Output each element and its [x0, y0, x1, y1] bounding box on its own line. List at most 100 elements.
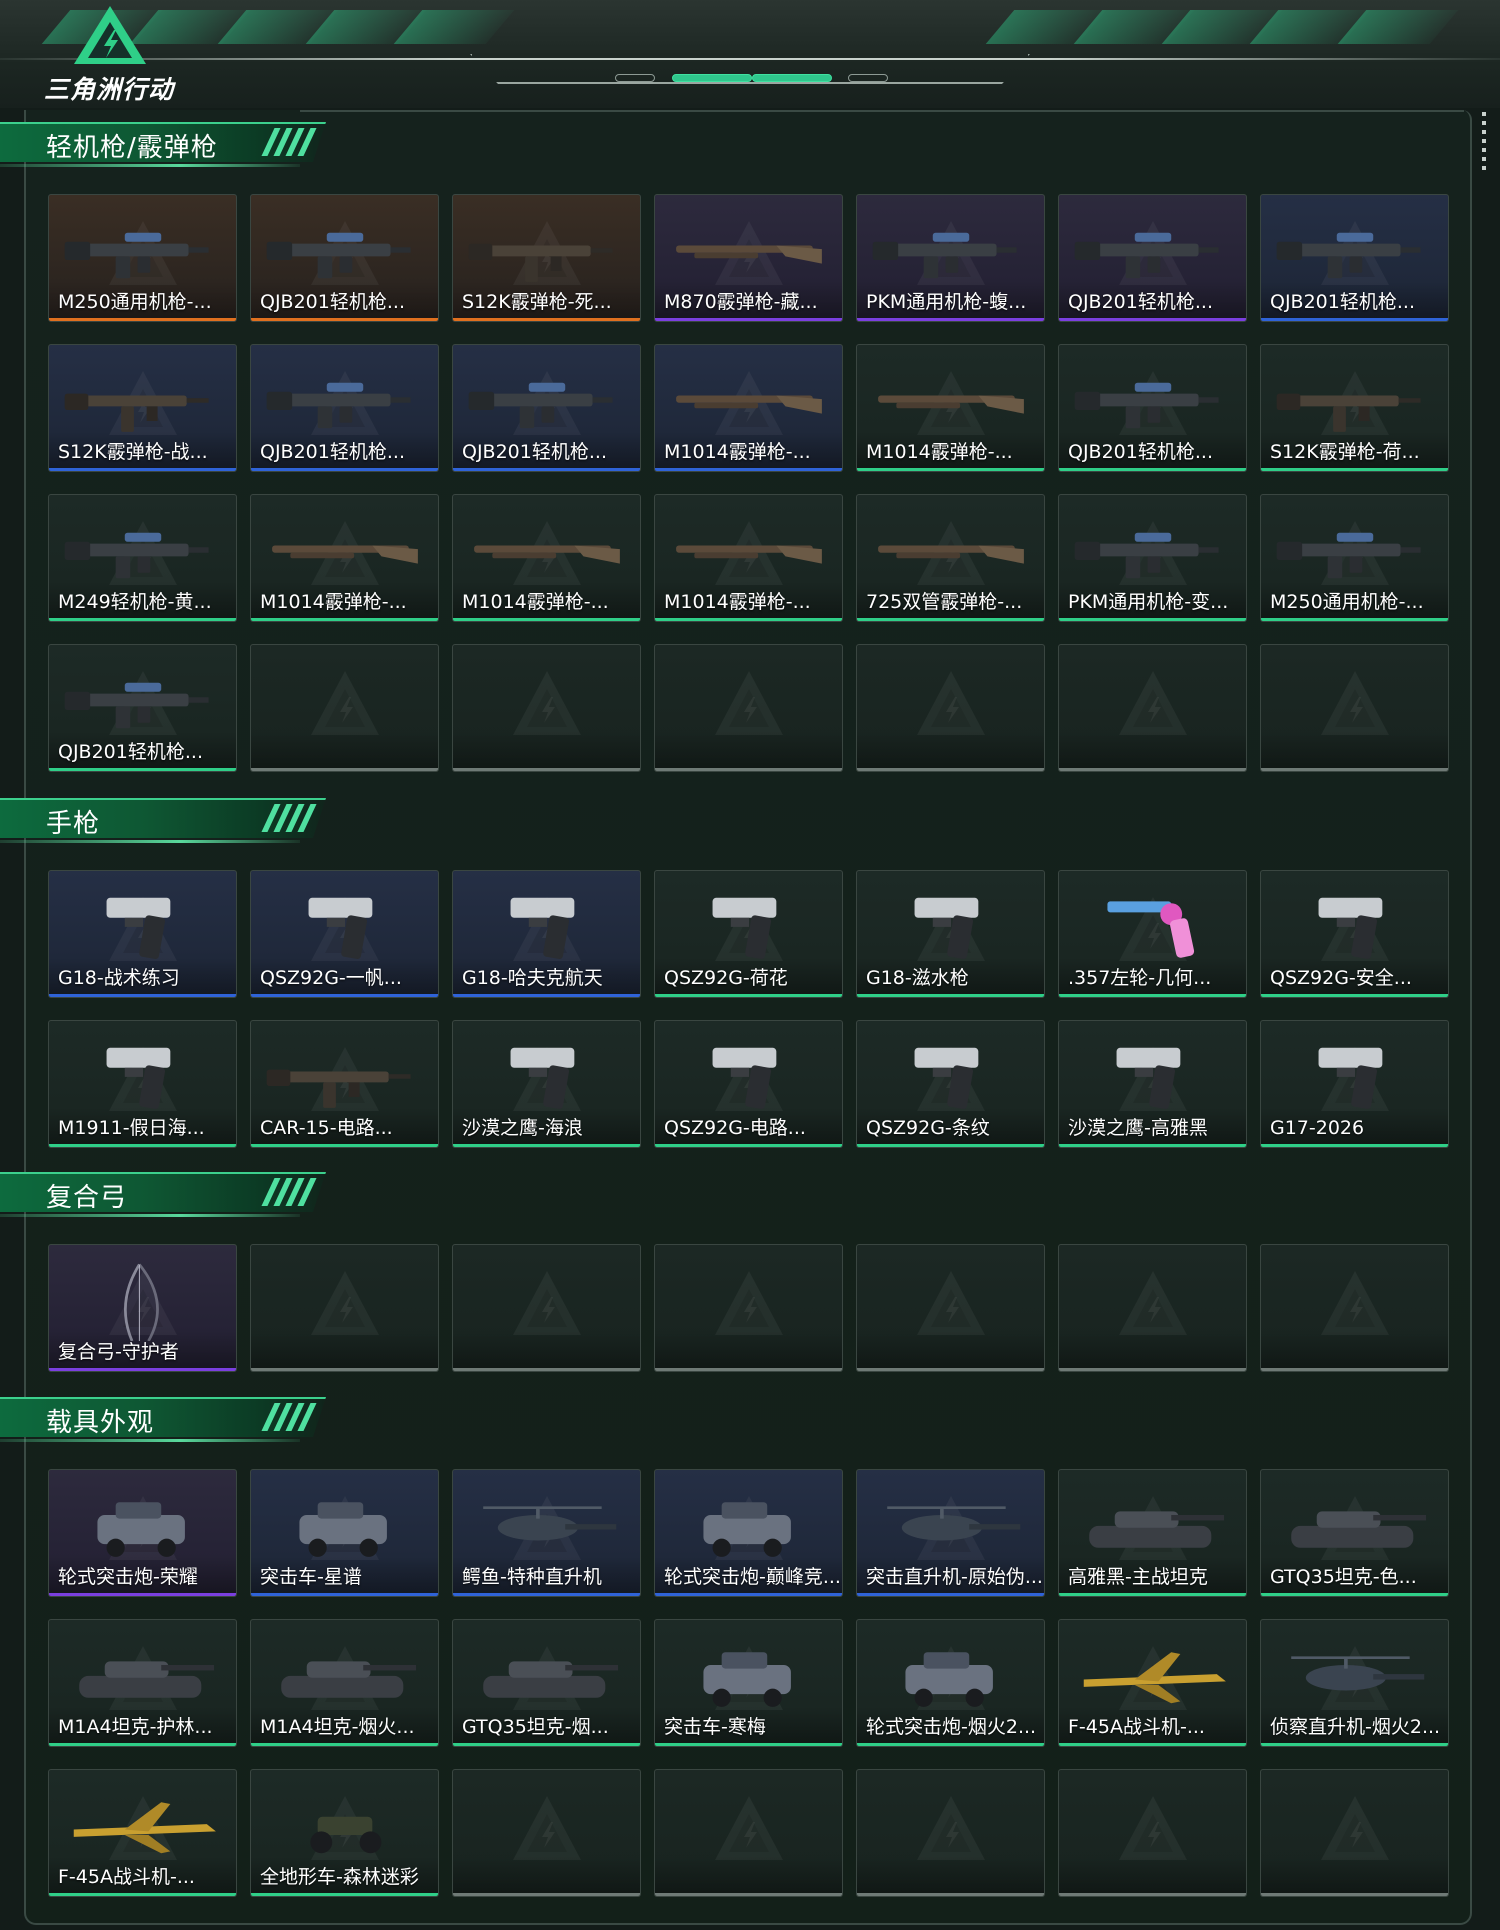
skin-card[interactable]: QJB201轻机枪... [250, 194, 439, 322]
skin-card[interactable]: F-45A战斗机-... [1058, 1619, 1247, 1747]
skin-card[interactable]: S12K霰弹枪-死... [452, 194, 641, 322]
skin-card[interactable]: M1014霰弹枪-... [452, 494, 641, 622]
skin-name: S12K霰弹枪-荷... [1270, 441, 1420, 463]
skin-card[interactable]: 鳄鱼-特种直升机 [452, 1469, 641, 1597]
rarity-stripe [251, 618, 438, 621]
skin-name: M1014霰弹枪-... [664, 441, 811, 463]
rarity-stripe [453, 1893, 640, 1896]
skin-card[interactable]: GTQ35坦克-烟... [452, 1619, 641, 1747]
skin-card[interactable]: 高雅黑-主战坦克 [1058, 1469, 1247, 1597]
skin-card[interactable]: 突击车-星谱 [250, 1469, 439, 1597]
empty-slot [654, 644, 843, 772]
skin-card[interactable]: QSZ92G-荷花 [654, 870, 843, 998]
skin-card[interactable]: QJB201轻机枪... [1058, 344, 1247, 472]
skin-card[interactable]: QSZ92G-电路... [654, 1020, 843, 1148]
skin-name: 沙漠之鹰-海浪 [462, 1117, 583, 1139]
skin-card[interactable]: M1911-假日海... [48, 1020, 237, 1148]
rarity-stripe [857, 994, 1044, 997]
skin-card[interactable]: M250通用机枪-... [48, 194, 237, 322]
scrollbar[interactable] [1482, 112, 1486, 174]
rifle-icon [1276, 393, 1421, 432]
skin-card[interactable]: 侦察直升机-烟火2... [1260, 1619, 1449, 1747]
jet-icon [1083, 1652, 1226, 1704]
skin-card[interactable]: CAR-15-电路... [250, 1020, 439, 1148]
skin-card[interactable]: 沙漠之鹰-高雅黑 [1058, 1020, 1247, 1148]
skin-name: M1911-假日海... [58, 1117, 205, 1139]
page-indicator-3[interactable] [752, 74, 832, 82]
skin-name: G18-战术练习 [58, 967, 180, 989]
skin-card[interactable]: M1014霰弹枪-... [654, 344, 843, 472]
rarity-stripe [453, 768, 640, 771]
skin-card[interactable]: 725双管霰弹枪-... [856, 494, 1045, 622]
skin-name: M1A4坦克-烟火... [260, 1716, 415, 1738]
rarity-stripe [1059, 1893, 1246, 1896]
skin-card[interactable]: 沙漠之鹰-海浪 [452, 1020, 641, 1148]
page-indicator-2[interactable] [672, 74, 752, 82]
skin-card[interactable]: GTQ35坦克-色... [1260, 1469, 1449, 1597]
rarity-stripe [49, 994, 236, 997]
rarity-stripe [49, 468, 236, 471]
rarity-stripe [453, 994, 640, 997]
rarity-stripe [453, 468, 640, 471]
skin-card[interactable]: QJB201轻机枪... [250, 344, 439, 472]
skin-card[interactable]: QJB201轻机枪... [1260, 194, 1449, 322]
empty-slot [452, 644, 641, 772]
skin-card[interactable]: G17-2026 [1260, 1020, 1449, 1148]
skin-card[interactable]: .357左轮-几何... [1058, 870, 1247, 998]
skin-card[interactable]: 全地形车-森林迷彩 [250, 1769, 439, 1897]
skin-card[interactable]: QSZ92G-安全... [1260, 870, 1449, 998]
skin-card[interactable]: 轮式突击炮-烟火2... [856, 1619, 1045, 1747]
skin-name: M1014霰弹枪-... [260, 591, 407, 613]
atv-icon [310, 1816, 382, 1854]
skin-card[interactable]: M1014霰弹枪-... [250, 494, 439, 622]
section-title: 复合弓 [46, 1183, 128, 1213]
skin-card[interactable]: S12K霰弹枪-战... [48, 344, 237, 472]
skin-name: M250通用机枪-... [58, 291, 212, 313]
skin-card[interactable]: PKM通用机枪-蝮... [856, 194, 1045, 322]
rifle-icon [468, 243, 613, 282]
skin-card[interactable]: 复合弓-守护者 [48, 1244, 237, 1372]
skin-card[interactable]: M1A4坦克-护林... [48, 1619, 237, 1747]
bow-icon [123, 1263, 159, 1341]
skin-name: GTQ35坦克-色... [1270, 1566, 1417, 1588]
rarity-stripe [655, 468, 842, 471]
skin-name: QJB201轻机枪... [260, 291, 405, 313]
skin-card[interactable]: QJB201轻机枪... [1058, 194, 1247, 322]
page-indicator-4[interactable] [848, 74, 888, 82]
skin-card[interactable]: 突击直升机-原始伪... [856, 1469, 1045, 1597]
skin-card[interactable]: G18-哈夫克航天 [452, 870, 641, 998]
rarity-stripe [1261, 768, 1448, 771]
skin-card[interactable]: M250通用机枪-... [1260, 494, 1449, 622]
skin-card[interactable]: M1014霰弹枪-... [856, 344, 1045, 472]
rarity-stripe [251, 1893, 438, 1896]
skin-card[interactable]: F-45A战斗机-... [48, 1769, 237, 1897]
empty-slot [856, 1769, 1045, 1897]
section-title: 轻机枪/霰弹枪 [46, 133, 218, 163]
skin-card[interactable]: 轮式突击炮-荣耀 [48, 1469, 237, 1597]
skin-card[interactable]: QJB201轻机枪... [452, 344, 641, 472]
empty-slot [452, 1244, 641, 1372]
skin-card[interactable]: PKM通用机枪-变... [1058, 494, 1247, 622]
empty-slot [452, 1769, 641, 1897]
skin-card[interactable]: M870霰弹枪-藏... [654, 194, 843, 322]
skin-card[interactable]: M249轻机枪-黄... [48, 494, 237, 622]
skin-name: 沙漠之鹰-高雅黑 [1068, 1117, 1208, 1139]
lmg-icon [1074, 232, 1219, 279]
skin-name: QJB201轻机枪... [1270, 291, 1415, 313]
skin-card[interactable]: 突击车-寒梅 [654, 1619, 843, 1747]
skin-card[interactable]: QSZ92G-一帆... [250, 870, 439, 998]
page-indicator-1[interactable] [615, 74, 655, 82]
rarity-stripe [857, 618, 1044, 621]
skin-card[interactable]: M1014霰弹枪-... [654, 494, 843, 622]
skin-card[interactable]: G18-滋水枪 [856, 870, 1045, 998]
skin-card[interactable]: S12K霰弹枪-荷... [1260, 344, 1449, 472]
skin-card[interactable]: G18-战术练习 [48, 870, 237, 998]
skin-card[interactable]: 轮式突击炮-巅峰竞... [654, 1469, 843, 1597]
skin-card[interactable]: QJB201轻机枪... [48, 644, 237, 772]
rarity-stripe [655, 1893, 842, 1896]
watermark-logo-icon [1119, 1271, 1187, 1335]
skin-card[interactable]: M1A4坦克-烟火... [250, 1619, 439, 1747]
lmg-icon [64, 682, 209, 729]
skin-card[interactable]: QSZ92G-条纹 [856, 1020, 1045, 1148]
watermark-logo-icon [1119, 1796, 1187, 1860]
